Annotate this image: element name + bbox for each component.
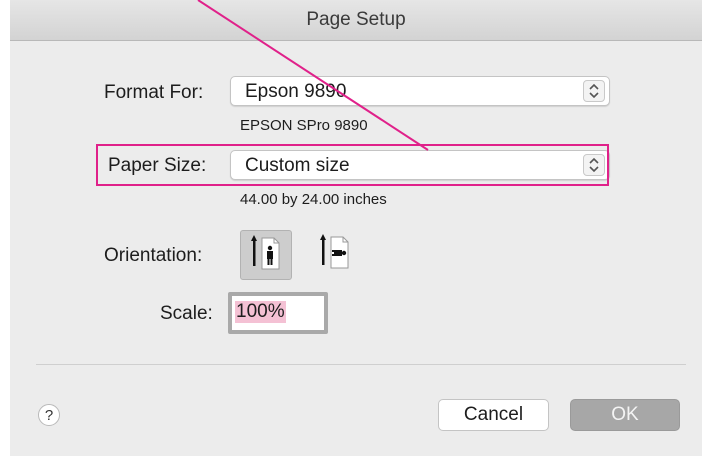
paper-size-description: 44.00 by 24.00 inches	[240, 191, 387, 208]
portrait-orientation-button[interactable]	[240, 230, 292, 280]
cancel-button[interactable]: Cancel	[438, 399, 549, 431]
scale-label: Scale:	[160, 303, 213, 324]
paper-size-highlight-box	[96, 144, 609, 186]
landscape-orientation-icon	[320, 234, 349, 269]
divider	[36, 364, 686, 365]
page-setup-dialog: Page Setup Format For: Epson 9890 EPSON …	[10, 0, 702, 456]
title-bar[interactable]: Page Setup	[10, 0, 702, 41]
portrait-orientation-icon	[251, 235, 280, 270]
window-title: Page Setup	[306, 9, 406, 30]
ok-button[interactable]: OK	[570, 399, 680, 431]
format-for-description: EPSON SPro 9890	[240, 117, 368, 134]
format-for-popup[interactable]: Epson 9890	[230, 76, 610, 106]
landscape-orientation-button[interactable]	[310, 230, 362, 280]
format-for-label: Format For:	[104, 82, 204, 103]
format-for-value: Epson 9890	[245, 81, 347, 102]
chevron-updown-icon	[583, 80, 605, 102]
scale-value: 100%	[235, 301, 286, 323]
orientation-label: Orientation:	[104, 245, 203, 266]
scale-input[interactable]: 100%	[228, 292, 328, 334]
help-button[interactable]: ?	[38, 404, 60, 426]
